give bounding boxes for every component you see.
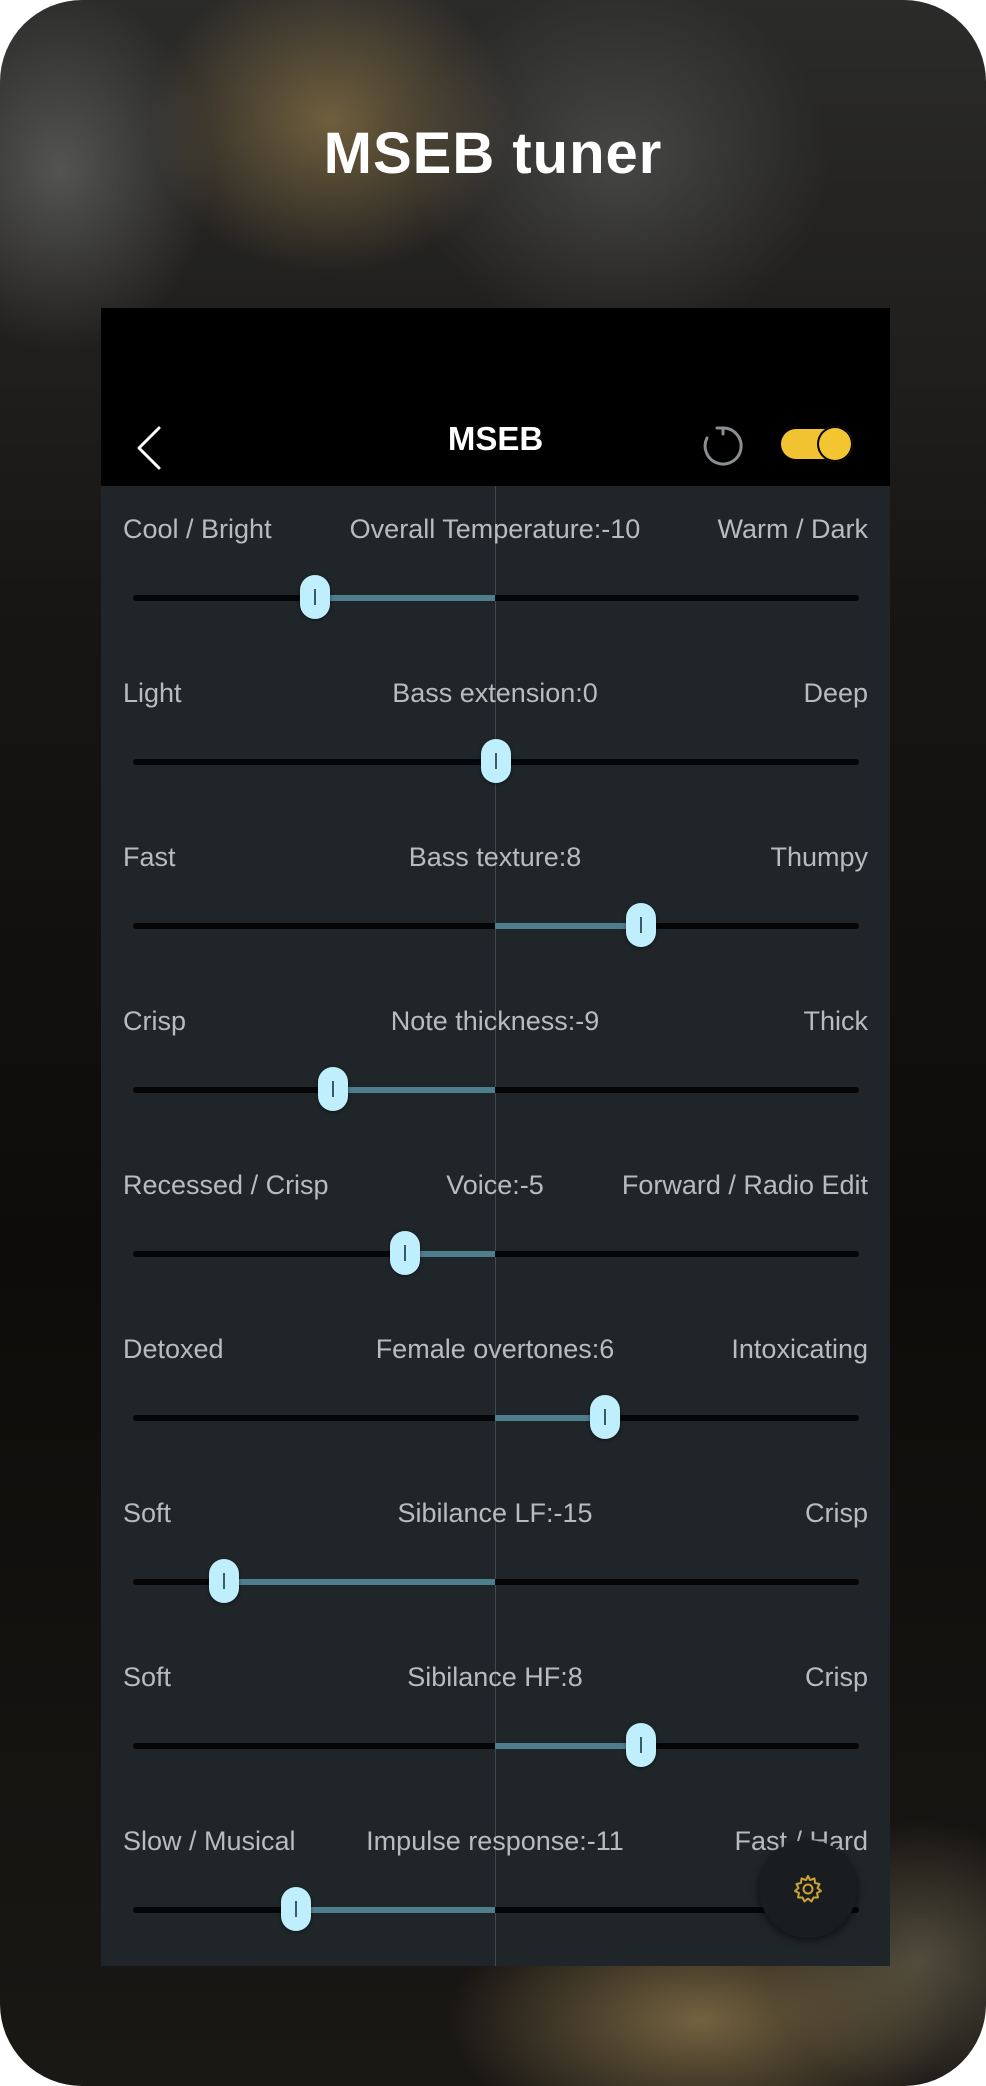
slider-track[interactable] bbox=[133, 1559, 859, 1603]
slider-thumb[interactable] bbox=[626, 1723, 657, 1767]
slider-value-label: Sibilance HF:8 bbox=[407, 1662, 583, 1692]
slider-value-label: Bass texture:8 bbox=[408, 842, 582, 872]
slider-row: Detoxed Female overtones:6 Intoxicating bbox=[101, 1306, 890, 1470]
page-title: MSEB bbox=[447, 420, 544, 457]
slider-left-label: Cool / Bright bbox=[123, 514, 272, 544]
slider-right-label: Thick bbox=[803, 1006, 868, 1036]
slider-row: Recessed / Crisp Voice:-5 Forward / Radio … bbox=[101, 1142, 890, 1306]
slider-row: Fast Bass texture:8 Thumpy bbox=[101, 814, 890, 978]
slider-value-label: Overall Temperature:-10 bbox=[349, 514, 641, 544]
slider-thumb[interactable] bbox=[626, 903, 657, 947]
slider-fill bbox=[332, 1087, 495, 1093]
slider-thumb[interactable] bbox=[390, 1231, 421, 1275]
slider-left-label: Detoxed bbox=[123, 1334, 224, 1364]
slider-track[interactable] bbox=[133, 1231, 859, 1275]
slider-fill bbox=[314, 595, 495, 601]
slider-track[interactable] bbox=[133, 903, 859, 947]
slider-fill bbox=[495, 1743, 642, 1749]
toggle-knob bbox=[817, 426, 853, 462]
slider-left-label: Soft bbox=[123, 1498, 172, 1528]
slider-right-label: Intoxicating bbox=[731, 1334, 868, 1364]
settings-button[interactable] bbox=[759, 1840, 857, 1938]
slider-thumb[interactable] bbox=[589, 1395, 620, 1439]
slider-value-label: Sibilance LF:-15 bbox=[397, 1498, 593, 1528]
slider-value-label: Female overtones:6 bbox=[375, 1334, 615, 1364]
slider-row: Soft Sibilance LF:-15 Crisp bbox=[101, 1470, 890, 1634]
slider-value-label: Bass extension:0 bbox=[392, 678, 598, 708]
slider-right-label: Crisp bbox=[804, 1662, 868, 1692]
slider-right-label: Thumpy bbox=[770, 842, 868, 872]
promo-title: MSEB tuner bbox=[323, 121, 663, 186]
slider-list: Cool / Bright Overall Temperature:-10 Warm… bbox=[101, 486, 890, 1966]
slider-value-label: Voice:-5 bbox=[446, 1170, 544, 1200]
slider-left-label: Fast bbox=[123, 842, 176, 872]
slider-left-label: Crisp bbox=[123, 1006, 187, 1036]
slider-left-label: Light bbox=[123, 678, 182, 708]
slider-row: Crisp Note thickness:-9 Thick bbox=[101, 978, 890, 1142]
slider-right-label: Forward / Radio Edit bbox=[621, 1170, 868, 1200]
phone-frame: MSEB tuner MSEB Cool / Bright Overall Tem… bbox=[0, 0, 986, 2086]
reset-icon bbox=[703, 426, 743, 466]
slider-left-label: Recessed / Crisp bbox=[123, 1170, 329, 1200]
slider-thumb[interactable] bbox=[208, 1559, 239, 1603]
slider-thumb[interactable] bbox=[481, 739, 511, 783]
slider-fill bbox=[495, 923, 642, 929]
slider-value-label: Impulse response:-11 bbox=[366, 1826, 624, 1856]
reset-button[interactable] bbox=[699, 422, 747, 470]
slider-row: Cool / Bright Overall Temperature:-10 Warm… bbox=[101, 486, 890, 650]
slider-value-label: Note thickness:-9 bbox=[390, 1006, 600, 1036]
slider-track[interactable] bbox=[133, 1887, 859, 1931]
slider-thumb[interactable] bbox=[299, 575, 330, 619]
slider-fill bbox=[223, 1579, 495, 1585]
slider-row: Soft Sibilance HF:8 Crisp bbox=[101, 1634, 890, 1798]
app-screen: MSEB Cool / Bright Overall Temperature:-1… bbox=[101, 308, 890, 1966]
gear-icon bbox=[794, 1875, 822, 1903]
app-header: MSEB bbox=[101, 308, 890, 486]
slider-left-label: Soft bbox=[123, 1662, 172, 1692]
slider-track[interactable] bbox=[133, 1723, 859, 1767]
slider-right-label: Warm / Dark bbox=[717, 514, 869, 544]
slider-track[interactable] bbox=[133, 1067, 859, 1111]
slider-track[interactable] bbox=[133, 1395, 859, 1439]
slider-track[interactable] bbox=[133, 739, 859, 783]
slider-fill bbox=[296, 1907, 495, 1913]
slider-thumb[interactable] bbox=[317, 1067, 348, 1111]
slider-right-label: Deep bbox=[803, 678, 868, 708]
slider-thumb[interactable] bbox=[281, 1887, 312, 1931]
slider-fill bbox=[495, 1415, 605, 1421]
slider-right-label: Crisp bbox=[804, 1498, 868, 1528]
enable-toggle[interactable] bbox=[781, 426, 853, 462]
slider-track[interactable] bbox=[133, 575, 859, 619]
slider-row: Light Bass extension:0 Deep bbox=[101, 650, 890, 814]
slider-left-label: Slow / Musical bbox=[123, 1826, 296, 1856]
